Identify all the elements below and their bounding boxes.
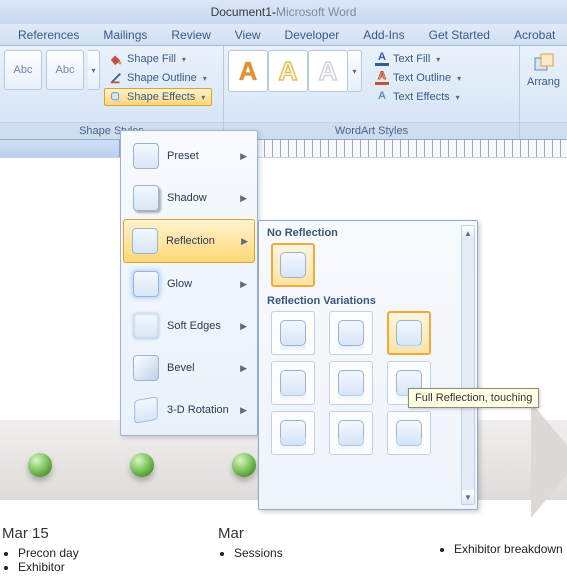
col2-header: Mar X: [218, 525, 283, 542]
shape-style-preset-1[interactable]: Abc: [4, 50, 42, 90]
tab-references[interactable]: References: [18, 28, 79, 42]
arrange-button[interactable]: Arrang: [524, 50, 563, 110]
timeline-col-1: Mar 15 Precon day Exhibitor: [2, 525, 79, 574]
col3-item-1: Exhibitor breakdown: [454, 542, 563, 556]
preset-icon: [133, 143, 159, 169]
menu-3drotation[interactable]: 3-D Rotation▶: [125, 389, 253, 431]
tooltip: Full Reflection, touching: [408, 388, 539, 408]
tab-mailings[interactable]: Mailings: [103, 28, 147, 42]
tab-acrobat[interactable]: Acrobat: [514, 28, 555, 42]
col1-header: Mar 15: [2, 525, 79, 542]
reflection-variant-1[interactable]: [271, 311, 315, 355]
no-reflection-label: No Reflection: [259, 225, 477, 243]
reflection-variant-3-hover[interactable]: [387, 311, 431, 355]
gallery-scrollbar[interactable]: ▲ ▼: [461, 225, 475, 505]
menu-preset[interactable]: Preset▶: [125, 135, 253, 177]
text-fill-button[interactable]: A Text Fill▾: [370, 50, 466, 68]
menu-softedges[interactable]: Soft Edges▶: [125, 305, 253, 347]
chevron-right-icon: ▶: [240, 321, 247, 332]
wordart-more-dropdown[interactable]: ▾: [348, 50, 362, 92]
ribbon-tabs: References Mailings Review View Develope…: [0, 24, 567, 46]
shape-style-more-dropdown[interactable]: ▾: [88, 50, 100, 90]
shape-effects-label: Shape Effects: [127, 91, 195, 103]
shape-effects-menu: Preset▶ Shadow▶ Reflection▶ Glow▶ Soft E…: [120, 130, 258, 436]
text-fill-icon: A: [375, 52, 389, 66]
softedges-icon: [133, 313, 159, 339]
rotation-icon: [134, 396, 157, 424]
reflection-variant-7[interactable]: [271, 411, 315, 455]
tab-review[interactable]: Review: [171, 28, 210, 42]
no-reflection-option[interactable]: [271, 243, 315, 287]
wordart-preset-2[interactable]: A: [268, 50, 308, 92]
col1-item-1: Precon day: [18, 546, 79, 560]
group-arrange: Arrang: [520, 46, 567, 139]
group-wordart-styles: A A A ▾ A Text Fill▾ A Text Outline▾ A T…: [224, 46, 520, 139]
reflection-variant-4[interactable]: [271, 361, 315, 405]
timeline-arrow-head: [531, 402, 567, 518]
menu-shadow[interactable]: Shadow▶: [125, 177, 253, 219]
app-name: Microsoft Word: [276, 5, 356, 19]
shape-outline-label: Shape Outline: [127, 72, 197, 84]
bevel-icon: [133, 355, 159, 381]
reflection-variant-8[interactable]: [329, 411, 373, 455]
bucket-icon: [109, 52, 123, 66]
chevron-right-icon: ▶: [240, 363, 247, 374]
group-label-wordart-styles: WordArt Styles: [224, 122, 519, 139]
scroll-up-icon[interactable]: ▲: [462, 226, 474, 240]
text-effects-button[interactable]: A Text Effects▾: [370, 88, 466, 106]
tab-view[interactable]: View: [235, 28, 261, 42]
reflection-variant-9[interactable]: [387, 411, 431, 455]
ribbon: Abc Abc ▾ Shape Fill▾ Shape Outline▾ Sha…: [0, 46, 567, 140]
shadow-icon: [133, 185, 159, 211]
menu-bevel[interactable]: Bevel▶: [125, 347, 253, 389]
timeline-orb-1: [28, 453, 52, 477]
chevron-right-icon: ▶: [240, 193, 247, 204]
chevron-right-icon: ▶: [240, 151, 247, 162]
horizontal-ruler[interactable]: [0, 140, 567, 158]
scroll-down-icon[interactable]: ▼: [462, 490, 474, 504]
menu-glow[interactable]: Glow▶: [125, 263, 253, 305]
glow-icon: [133, 271, 159, 297]
reflection-variant-2[interactable]: [329, 311, 373, 355]
text-fill-label: Text Fill: [393, 53, 430, 65]
shape-fill-label: Shape Fill: [127, 53, 176, 65]
title-bar: Document1 - Microsoft Word: [0, 0, 567, 24]
chevron-right-icon: ▶: [240, 405, 247, 416]
timeline-orb-3: [232, 453, 256, 477]
group-shape-styles: Abc Abc ▾ Shape Fill▾ Shape Outline▾ Sha…: [0, 46, 224, 139]
wordart-preset-1[interactable]: A: [228, 50, 268, 92]
text-effects-label: Text Effects: [393, 91, 450, 103]
timeline-orb-2: [130, 453, 154, 477]
arrange-label: Arrang: [527, 76, 560, 88]
variations-label: Reflection Variations: [259, 293, 477, 311]
col1-item-2: Exhibitor: [18, 560, 79, 574]
wordart-preset-3[interactable]: A: [308, 50, 348, 92]
menu-reflection[interactable]: Reflection▶: [123, 219, 255, 263]
effects-icon: [109, 90, 123, 104]
shape-style-preset-2[interactable]: Abc: [46, 50, 84, 90]
col2-item-1: Sessions: [234, 546, 283, 560]
chevron-right-icon: ▶: [240, 279, 247, 290]
text-outline-icon: A: [375, 71, 389, 85]
tab-getstarted[interactable]: Get Started: [429, 28, 490, 42]
doc-name: Document1: [211, 5, 272, 19]
timeline-col-2: Mar X Sessions: [218, 525, 283, 560]
reflection-variant-5[interactable]: [329, 361, 373, 405]
timeline-col-3: Exhibitor breakdown: [438, 542, 563, 556]
chevron-right-icon: ▶: [241, 236, 248, 247]
shape-effects-button[interactable]: Shape Effects▾: [104, 88, 212, 106]
shape-outline-button[interactable]: Shape Outline▾: [104, 69, 212, 87]
text-outline-label: Text Outline: [393, 72, 451, 84]
pencil-icon: [109, 71, 123, 85]
tab-addins[interactable]: Add-Ins: [363, 28, 404, 42]
arrange-icon: [532, 52, 556, 76]
shape-fill-button[interactable]: Shape Fill▾: [104, 50, 212, 68]
reflection-icon: [132, 228, 158, 254]
tab-developer[interactable]: Developer: [285, 28, 340, 42]
text-effects-icon: A: [375, 90, 389, 104]
text-outline-button[interactable]: A Text Outline▾: [370, 69, 466, 87]
reflection-gallery: No Reflection Reflection Variations ▲ ▼: [258, 220, 478, 510]
